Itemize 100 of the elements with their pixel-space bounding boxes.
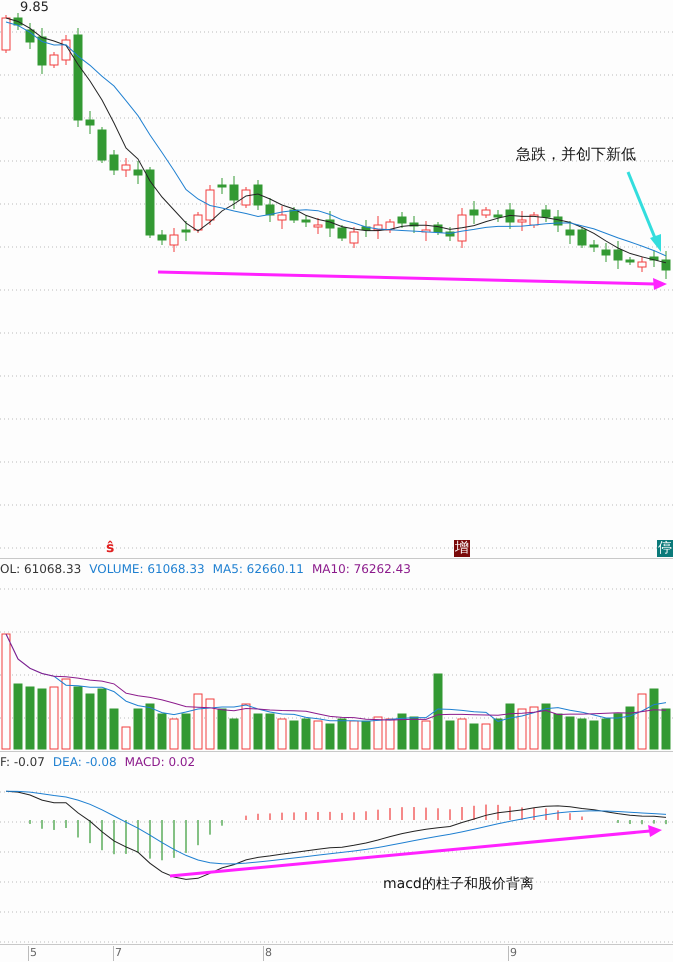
volume-bar — [482, 724, 490, 750]
candlestick — [278, 206, 286, 230]
volume-bar — [410, 716, 418, 750]
candlestick — [326, 210, 334, 238]
volume-bar — [470, 724, 478, 750]
volume-bar — [290, 720, 298, 750]
volume-bar — [506, 704, 514, 750]
candlestick — [134, 160, 142, 184]
volume-bar — [542, 704, 550, 750]
volume-bar — [122, 726, 130, 750]
candlestick — [386, 218, 394, 234]
candlestick — [26, 22, 34, 50]
volume-bar — [62, 678, 70, 750]
volume-bar — [314, 720, 322, 750]
volume-bar — [578, 718, 586, 750]
volume-bar — [326, 724, 334, 750]
volume-bar — [146, 704, 154, 750]
volume-bar — [158, 714, 166, 750]
volume-bar — [182, 714, 190, 750]
event-marker: ŝ — [106, 540, 114, 557]
volume-bar — [638, 694, 646, 750]
candlestick — [338, 224, 346, 242]
volume-bar — [86, 694, 94, 750]
volume-bar — [494, 718, 502, 750]
event-marker: 增 — [454, 540, 470, 557]
volume-bar — [362, 720, 370, 750]
axis-label: 8 — [263, 946, 272, 961]
volume-bar — [398, 714, 406, 750]
volume-bar — [650, 688, 658, 750]
candlestick — [302, 214, 310, 228]
candlestick — [422, 220, 430, 242]
axis-label: 7 — [113, 946, 122, 961]
legend-value: F: -0.07 — [0, 755, 45, 769]
candlestick — [146, 166, 154, 238]
candlestick — [638, 256, 646, 272]
candlestick — [122, 158, 130, 178]
candlestick — [14, 12, 22, 30]
volume-bar — [302, 718, 310, 750]
volume-bar — [134, 708, 142, 750]
candlestick — [98, 126, 106, 164]
legend-value: VOLUME: 61068.33 — [89, 562, 205, 576]
volume-bar — [278, 718, 286, 750]
candlestick — [494, 210, 502, 222]
candlestick — [206, 184, 214, 226]
volume-bar — [626, 706, 634, 750]
candlestick — [314, 218, 322, 234]
legend-value: DEA: -0.08 — [52, 755, 117, 769]
candlestick — [242, 186, 250, 208]
volume-bar — [374, 716, 382, 750]
volume-bar — [14, 684, 22, 750]
volume-bar — [662, 708, 670, 750]
volume-bar — [206, 698, 214, 750]
volume-bar — [50, 686, 58, 750]
candlestick — [290, 206, 298, 224]
volume-bar — [218, 708, 226, 750]
candlestick — [518, 210, 526, 232]
volume-bar — [242, 704, 250, 750]
volume-bar — [386, 718, 394, 750]
volume-bar — [530, 706, 538, 750]
volume-bar — [458, 718, 466, 750]
legend-value: MA5: 62660.11 — [212, 562, 304, 576]
volume-bar — [602, 718, 610, 750]
candlestick — [458, 208, 466, 248]
candlestick — [110, 150, 118, 176]
volume-bar — [590, 720, 598, 750]
volume-bar — [38, 688, 46, 750]
candlestick — [362, 220, 370, 238]
candlestick — [446, 226, 454, 242]
candlestick — [434, 222, 442, 236]
candlestick — [506, 202, 514, 230]
candlestick — [650, 250, 658, 268]
candlestick — [158, 230, 166, 246]
annotation-text: 急跌，并创下新低 — [516, 145, 636, 164]
candlestick — [470, 200, 478, 224]
candlestick — [626, 256, 634, 266]
candlestick — [50, 52, 58, 68]
candlestick — [590, 240, 598, 252]
volume-bar — [554, 714, 562, 750]
legend-value: MACD: 0.02 — [124, 755, 196, 769]
volume-bar — [446, 720, 454, 750]
candlestick — [614, 240, 622, 270]
volume-bar — [26, 686, 34, 750]
candlestick — [62, 34, 70, 66]
candlestick — [398, 212, 406, 228]
candlestick — [182, 220, 190, 242]
volume-bar — [338, 718, 346, 750]
annotation-text: macd的柱子和股价背离 — [383, 875, 534, 893]
candlestick — [170, 228, 178, 252]
volume-bar — [518, 708, 526, 750]
legend-value: OL: 61068.33 — [0, 562, 82, 576]
candlestick — [254, 180, 262, 210]
volume-bar — [254, 714, 262, 750]
candlestick — [542, 204, 550, 222]
candlestick — [218, 178, 226, 194]
candlestick — [374, 216, 382, 240]
high-price-label: 9.85 — [20, 0, 49, 15]
candlestick — [662, 250, 670, 280]
volume-bar — [110, 708, 118, 750]
volume-bar — [194, 694, 202, 750]
candlestick — [266, 198, 274, 222]
